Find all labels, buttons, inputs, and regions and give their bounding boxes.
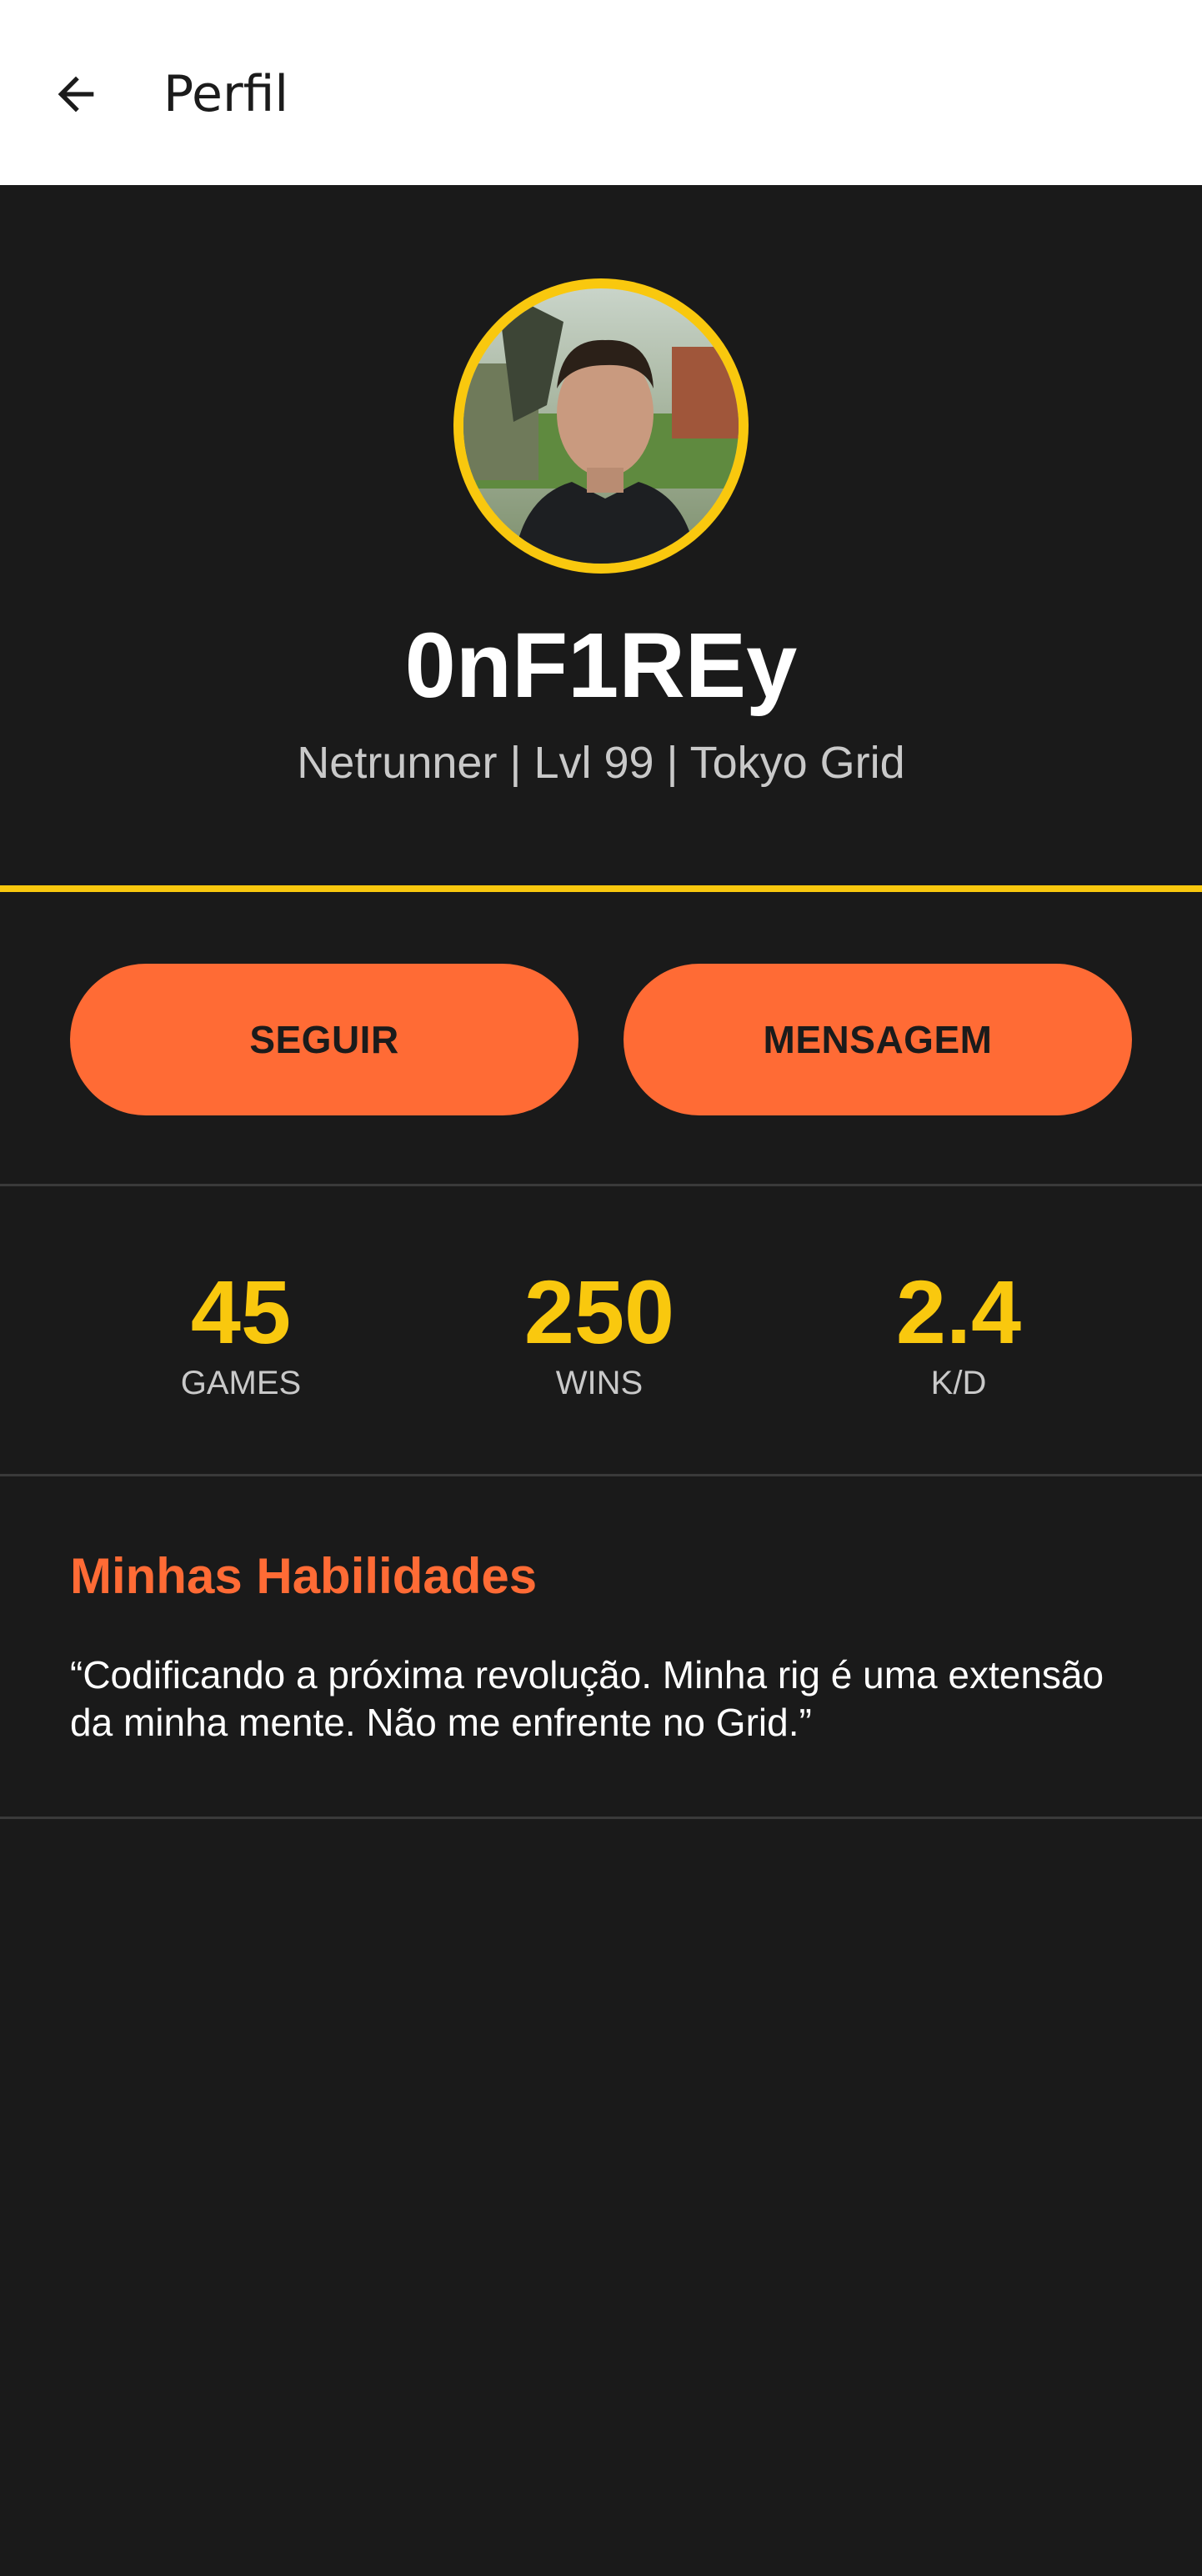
accent-divider: [0, 885, 1202, 892]
stat-label: WINS: [555, 1365, 644, 1401]
follow-button[interactable]: SEGUIR: [70, 964, 578, 1115]
stat-value: 2.4: [895, 1261, 1022, 1362]
avatar-photo: [463, 288, 739, 564]
username: 0nF1REy: [404, 614, 798, 717]
page-title: Perfil: [163, 65, 289, 123]
stat-wins: 250 WINS: [433, 1262, 766, 1404]
action-buttons: SEGUIR MENSAGEM: [0, 892, 1202, 1184]
bio-text: “Codificando a próxima revolução. Minha …: [70, 1653, 1104, 1744]
arrow-left-icon: [58, 76, 94, 113]
message-button[interactable]: MENSAGEM: [624, 964, 1132, 1115]
divider: [0, 1817, 1202, 1819]
stat-value: 45: [190, 1261, 292, 1362]
avatar-ring: [453, 278, 749, 574]
stat-value: 250: [523, 1261, 675, 1362]
stats-row: 45 GAMES 250 WINS 2.4 K/D: [0, 1187, 1202, 1474]
stat-kd: 2.4 K/D: [792, 1262, 1125, 1404]
profile-subtitle: Netrunner | Lvl 99 | Tokyo Grid: [297, 738, 905, 788]
back-button[interactable]: [40, 58, 112, 130]
section-title: Minhas Habilidades: [70, 1548, 538, 1604]
stat-label: K/D: [930, 1365, 987, 1401]
about-section: Minhas Habilidades “Codificando a próxim…: [0, 1476, 1202, 1817]
app-bar: Perfil: [0, 0, 1202, 185]
profile-header: 0nF1REy Netrunner | Lvl 99 | Tokyo Grid: [0, 185, 1202, 885]
avatar: [463, 288, 739, 564]
stat-label: GAMES: [180, 1365, 302, 1401]
stat-games: 45 GAMES: [74, 1262, 408, 1404]
divider: [0, 1184, 1202, 1186]
